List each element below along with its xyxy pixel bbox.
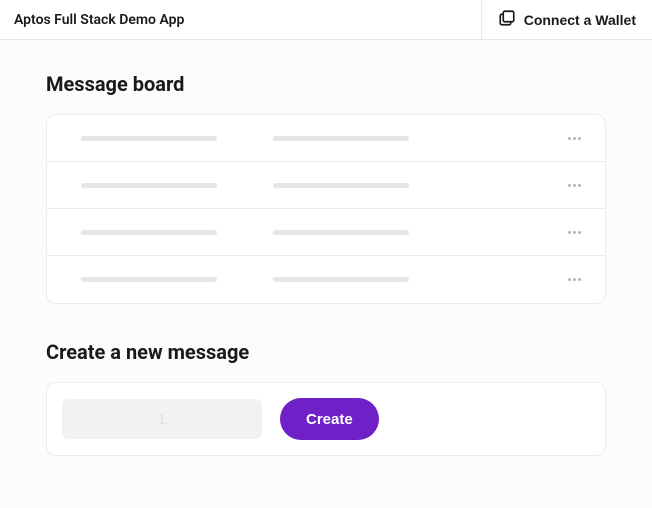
app-title: Aptos Full Stack Demo App	[0, 0, 198, 39]
table-row	[47, 115, 605, 162]
message-board-table	[46, 114, 606, 304]
table-row	[47, 162, 605, 209]
skeleton-cell	[63, 230, 273, 235]
message-input[interactable]	[62, 399, 262, 439]
connect-wallet-label: Connect a Wallet	[524, 12, 636, 28]
more-options-icon[interactable]	[565, 272, 585, 288]
table-row	[47, 209, 605, 256]
create-message-section: Create a new message Create	[46, 340, 606, 456]
create-button[interactable]: Create	[280, 398, 379, 440]
more-options-icon[interactable]	[565, 177, 585, 193]
app-header: Aptos Full Stack Demo App Connect a Wall…	[0, 0, 652, 40]
connect-wallet-button[interactable]: Connect a Wallet	[481, 0, 652, 39]
skeleton-cell	[273, 277, 525, 282]
skeleton-cell	[273, 136, 525, 141]
skeleton-cell	[63, 183, 273, 188]
skeleton-cell	[273, 183, 525, 188]
more-options-icon[interactable]	[565, 224, 585, 240]
skeleton-cell	[63, 277, 273, 282]
table-row	[47, 256, 605, 303]
skeleton-cell	[63, 136, 273, 141]
create-message-title: Create a new message	[46, 340, 606, 364]
skeleton-cell	[273, 230, 525, 235]
message-board-title: Message board	[46, 72, 606, 96]
more-options-icon[interactable]	[565, 130, 585, 146]
create-message-card: Create	[46, 382, 606, 456]
main-content: Message board	[0, 40, 652, 488]
wallet-icon	[498, 9, 516, 30]
